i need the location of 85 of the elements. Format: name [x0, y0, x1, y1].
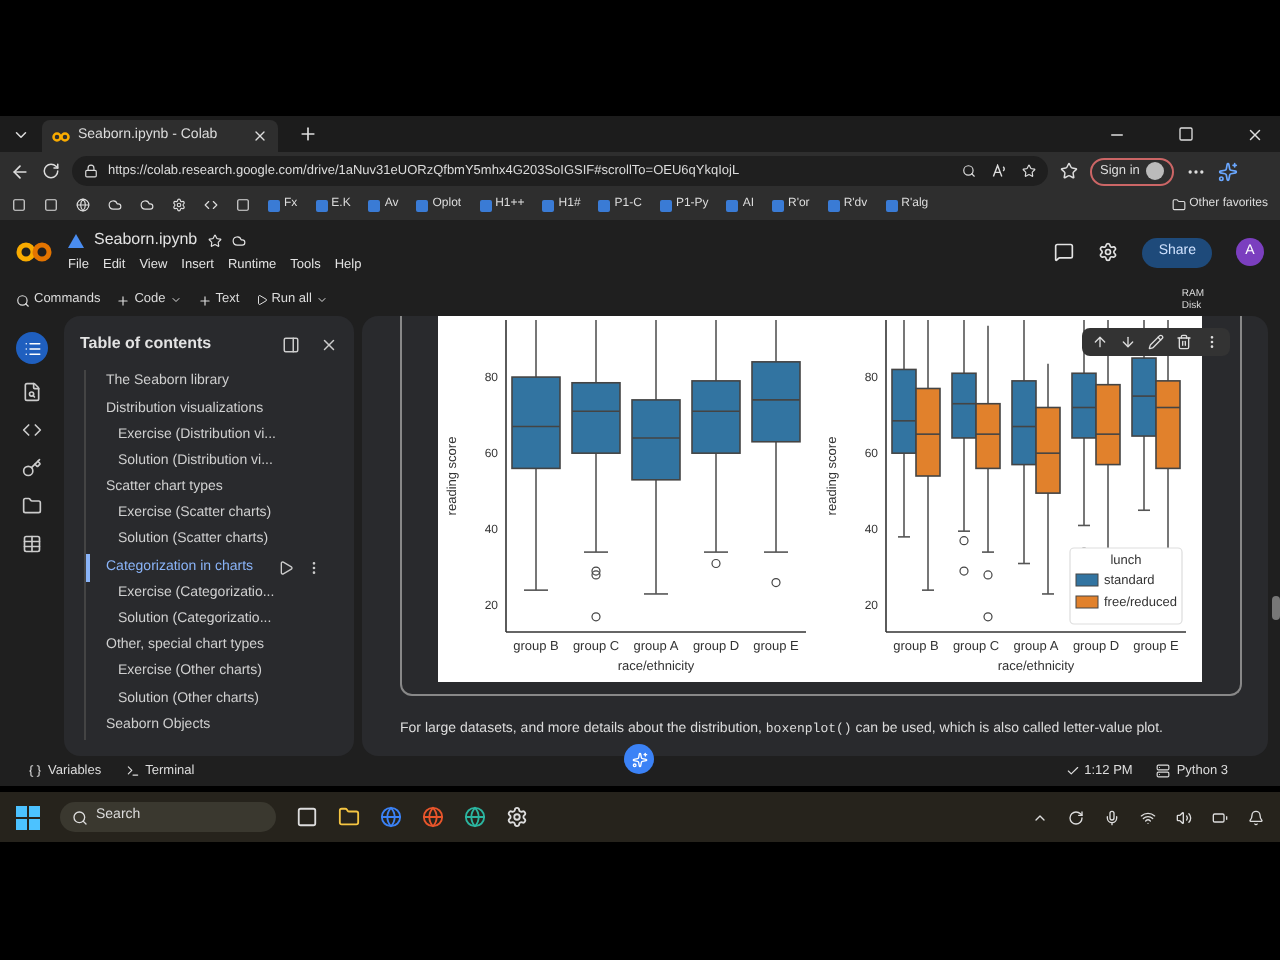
back-icon[interactable] — [10, 161, 30, 181]
bookmark-icon[interactable] — [236, 198, 250, 212]
bookmark-icon — [542, 199, 555, 211]
gemini-button[interactable] — [624, 744, 654, 774]
play-icon — [255, 294, 268, 306]
task-view-icon[interactable] — [296, 806, 318, 828]
bookmark-icon — [598, 199, 611, 211]
microphone-icon[interactable] — [1104, 809, 1120, 825]
bookmark-icon — [659, 199, 672, 211]
start-icon[interactable] — [16, 805, 40, 829]
bookmark-icon — [479, 199, 492, 211]
plus-icon — [116, 293, 131, 307]
caret-icon — [169, 294, 182, 306]
key-icon[interactable] — [22, 458, 42, 478]
battery-icon[interactable] — [1212, 809, 1228, 825]
check-icon — [1066, 764, 1081, 778]
move-down-icon[interactable] — [1120, 334, 1136, 350]
bookmark-icon[interactable] — [204, 198, 218, 212]
code-icon[interactable] — [22, 420, 42, 440]
bookmark-icon[interactable] — [172, 198, 186, 212]
star-icon[interactable] — [207, 233, 222, 248]
close-icon[interactable] — [320, 335, 338, 353]
read-aloud-icon[interactable] — [992, 164, 1006, 178]
close-icon[interactable] — [1246, 125, 1264, 143]
file-explorer-icon[interactable] — [338, 806, 360, 828]
table-icon[interactable] — [22, 534, 42, 554]
favorite-icon[interactable] — [1022, 164, 1036, 178]
find-icon[interactable] — [22, 382, 42, 402]
sparkle-icon — [631, 751, 647, 767]
scrollbar-thumb — [1272, 596, 1280, 620]
bookmark-icon[interactable] — [140, 198, 154, 212]
reload-icon[interactable] — [42, 162, 60, 180]
colab-logo-icon — [52, 131, 70, 141]
sync-icon[interactable] — [1068, 809, 1084, 825]
favorites-icon[interactable] — [1060, 162, 1078, 180]
list-icon — [23, 339, 41, 357]
browser-icon[interactable] — [422, 806, 444, 828]
browser-icon[interactable] — [380, 806, 402, 828]
drive-icon — [68, 233, 84, 248]
play-icon[interactable] — [278, 559, 294, 576]
notebook-title[interactable]: Seaborn.ipynb — [94, 228, 198, 253]
terminal-icon — [125, 764, 140, 778]
search-icon — [72, 809, 88, 825]
toc-title: Table of contents — [80, 332, 212, 356]
bookmark-icon[interactable] — [44, 198, 58, 212]
settings-icon[interactable] — [1098, 242, 1119, 262]
bookmark-icon — [771, 199, 784, 211]
move-up-icon[interactable] — [1092, 334, 1108, 350]
colab-logo[interactable] — [16, 242, 52, 262]
bookmark-icon — [885, 199, 898, 211]
bookmark-icon — [268, 199, 280, 211]
comment-icon[interactable] — [1054, 242, 1075, 262]
notification-icon[interactable] — [1248, 809, 1264, 825]
braces-icon — [28, 764, 42, 778]
delete-icon[interactable] — [1176, 334, 1192, 350]
browser-icon[interactable] — [464, 806, 486, 828]
bookmark-icon — [726, 199, 739, 211]
caret-icon — [315, 294, 328, 306]
legend-background — [1069, 547, 1183, 625]
lock-icon — [84, 164, 98, 178]
bookmark-icon[interactable] — [76, 198, 90, 212]
bookmark-icon — [416, 199, 429, 211]
zoom-icon[interactable] — [962, 164, 976, 178]
new-tab-icon[interactable] — [298, 124, 318, 144]
panel-icon[interactable] — [282, 335, 300, 353]
server-icon — [1156, 764, 1171, 778]
cloud-icon — [231, 233, 246, 248]
plus-icon — [197, 293, 212, 307]
maximize-icon[interactable] — [1178, 125, 1194, 141]
app-icon[interactable] — [506, 806, 528, 828]
toc-button[interactable] — [16, 332, 48, 364]
bookmark-icon[interactable] — [12, 198, 26, 212]
bookmark-icon — [315, 199, 328, 211]
bookmark-icon — [827, 199, 840, 211]
wifi-icon[interactable] — [1140, 809, 1156, 825]
folder-icon[interactable] — [22, 496, 42, 516]
search-icon — [16, 293, 30, 307]
bookmark-icon[interactable] — [108, 198, 122, 212]
volume-icon[interactable] — [1176, 809, 1192, 825]
bookmark-icon — [368, 199, 381, 211]
close-icon[interactable] — [252, 128, 268, 144]
avatar-icon — [1145, 162, 1164, 180]
edit-icon[interactable] — [1148, 334, 1164, 350]
folder-icon — [1171, 198, 1186, 212]
copilot-icon[interactable] — [1217, 161, 1238, 181]
